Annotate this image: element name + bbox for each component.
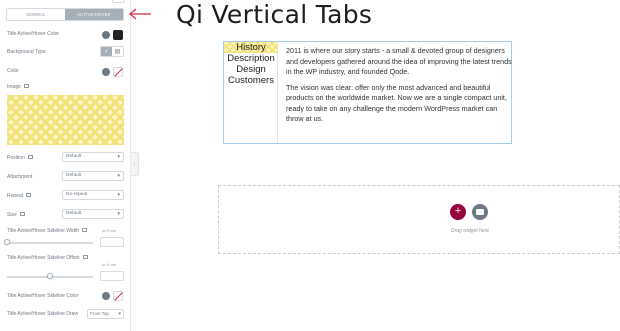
sideline-draw-label: Title Active/Hover Sideline Draw xyxy=(7,311,78,317)
sideline-offset-slider-handle[interactable] xyxy=(47,273,53,279)
global-colors-icon[interactable] xyxy=(102,68,110,76)
sideline-width-input[interactable] xyxy=(100,237,124,247)
repeat-label: Repeat xyxy=(7,193,32,199)
global-colors-icon[interactable] xyxy=(102,31,110,39)
desktop-icon[interactable] xyxy=(26,193,32,197)
color-label: Color xyxy=(7,68,19,74)
title-color-label: Title Active/Hover Color xyxy=(7,31,60,37)
attachment-select[interactable]: Default xyxy=(62,171,124,181)
sideline-width-slider-handle[interactable] xyxy=(4,239,10,245)
add-section-drop-zone[interactable] xyxy=(218,185,620,254)
attachment-label: Attachment xyxy=(7,174,33,180)
panel-top-button[interactable] xyxy=(112,0,125,3)
vertical-tabs-widget[interactable]: History Description Design Customers 201… xyxy=(223,41,512,144)
position-select[interactable]: Default xyxy=(62,152,124,162)
tab-design[interactable]: Design xyxy=(224,64,278,75)
sideline-color-swatch-empty[interactable] xyxy=(113,291,123,301)
desktop-icon[interactable] xyxy=(19,212,25,216)
drag-widget-hint: Drag widget here xyxy=(450,228,490,234)
gradient-icon[interactable]: ▤ xyxy=(112,47,123,56)
content-paragraph: 2011 is where our story starts - a small… xyxy=(286,46,512,76)
sideline-color-label: Title Active/Hover Sideline Color xyxy=(7,293,79,299)
tab-normal[interactable]: NORMAL xyxy=(7,9,65,20)
add-section-button[interactable]: + xyxy=(450,204,466,220)
desktop-icon[interactable] xyxy=(82,228,88,232)
size-select[interactable]: Default xyxy=(62,209,124,219)
size-label: Size xyxy=(7,212,25,218)
global-colors-icon[interactable] xyxy=(102,292,110,300)
tab-active-hover[interactable]: ACTIVE/HOVER xyxy=(65,9,123,20)
desktop-icon[interactable] xyxy=(27,155,33,159)
position-label: Position xyxy=(7,155,33,161)
desktop-icon[interactable] xyxy=(82,255,88,259)
background-type-label: Background Type xyxy=(7,49,46,55)
sideline-width-label: Title Active/Hover Sideline Width xyxy=(7,228,88,234)
tab-history[interactable]: History xyxy=(224,42,278,53)
desktop-icon[interactable] xyxy=(23,84,29,88)
tabs-nav: History Description Design Customers xyxy=(224,42,278,143)
page-heading: Qi Vertical Tabs xyxy=(176,0,373,29)
background-type-toggle: ✓ ▤ xyxy=(100,46,124,57)
tab-customers[interactable]: Customers xyxy=(224,75,278,86)
title-color-swatch[interactable] xyxy=(113,30,123,40)
image-label: Image xyxy=(7,84,29,90)
add-template-folder-icon[interactable] xyxy=(472,204,488,220)
pointer-arrow-icon xyxy=(129,8,151,20)
elementor-panel: NORMAL ACTIVE/HOVER Title Active/Hover C… xyxy=(0,0,131,331)
tab-content: 2011 is where our story starts - a small… xyxy=(286,46,512,130)
collapse-panel-handle[interactable]: ‹ xyxy=(131,152,139,176)
sideline-width-units[interactable]: px % em xyxy=(102,229,116,233)
content-paragraph: The vision was clear: offer only the mos… xyxy=(286,82,507,124)
image-picker-preview[interactable] xyxy=(7,95,124,145)
sideline-draw-select[interactable]: From Top xyxy=(87,309,124,319)
brush-icon[interactable]: ✓ xyxy=(101,47,112,56)
sideline-offset-units[interactable]: px % em xyxy=(102,263,116,267)
sideline-offset-input[interactable] xyxy=(100,271,124,281)
state-tabs: NORMAL ACTIVE/HOVER xyxy=(6,8,124,21)
tab-description[interactable]: Description xyxy=(224,53,278,64)
sideline-offset-label: Title Active/Hover Sideline Offset xyxy=(7,255,88,261)
sideline-width-slider[interactable] xyxy=(7,242,93,244)
repeat-select[interactable]: No-repeat xyxy=(62,190,124,200)
color-swatch-empty[interactable] xyxy=(113,67,123,77)
